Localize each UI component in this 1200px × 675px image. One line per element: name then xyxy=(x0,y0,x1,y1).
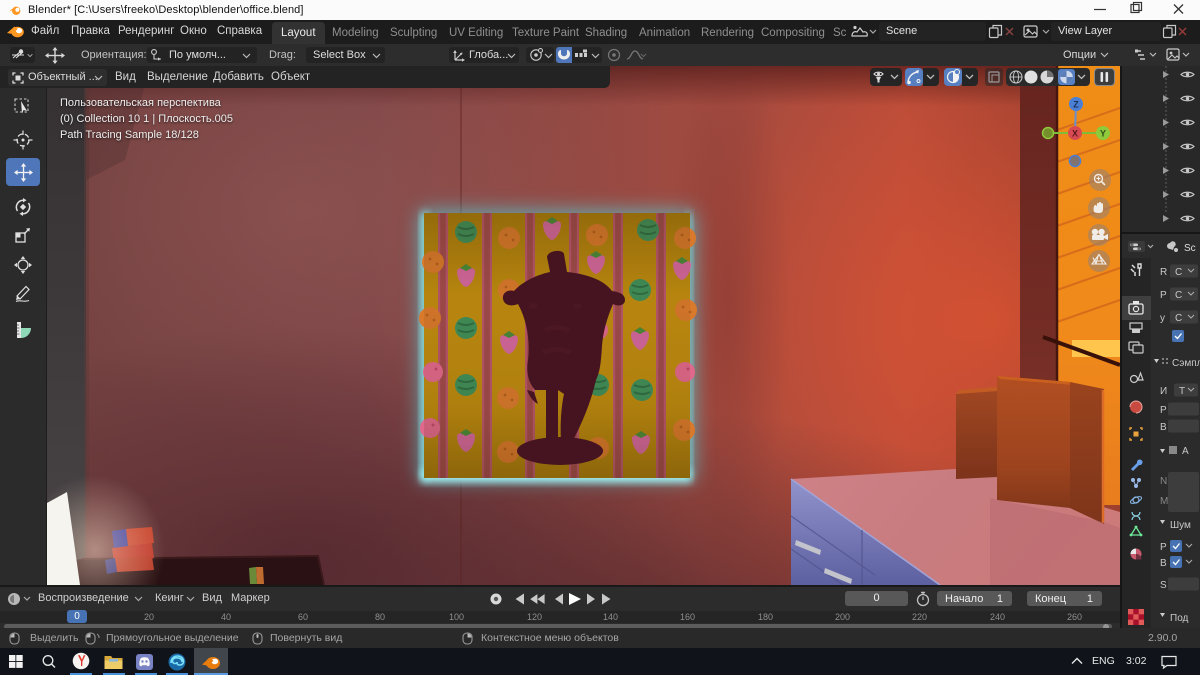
svg-text:C: C xyxy=(1175,267,1182,278)
svg-text:P: P xyxy=(1160,542,1167,553)
svg-text:Шум: Шум xyxy=(1170,520,1191,531)
svg-text:P: P xyxy=(1160,405,1167,416)
svg-text:Под: Под xyxy=(1170,613,1189,624)
svg-text:Сэмпл: Сэмпл xyxy=(1172,358,1200,369)
svg-text:B: B xyxy=(1160,422,1167,433)
svg-text:B: B xyxy=(1160,558,1167,569)
svg-text:N: N xyxy=(1160,476,1167,487)
svg-text:C: C xyxy=(1175,290,1182,301)
svg-text:Sc: Sc xyxy=(1184,243,1196,254)
svg-text:Т: Т xyxy=(1179,386,1185,397)
svg-text:А: А xyxy=(1182,446,1189,457)
svg-text:И: И xyxy=(1160,386,1167,397)
svg-text:P: P xyxy=(1160,290,1167,301)
svg-text:M: M xyxy=(1160,496,1168,507)
svg-text:R: R xyxy=(1160,267,1167,278)
svg-text:C: C xyxy=(1175,313,1182,324)
svg-text:Z: Z xyxy=(1073,100,1079,110)
svg-text:Y: Y xyxy=(1100,129,1106,139)
svg-text:X: X xyxy=(1072,129,1078,139)
svg-text:y: y xyxy=(1160,313,1165,324)
svg-text:S: S xyxy=(1160,580,1167,591)
